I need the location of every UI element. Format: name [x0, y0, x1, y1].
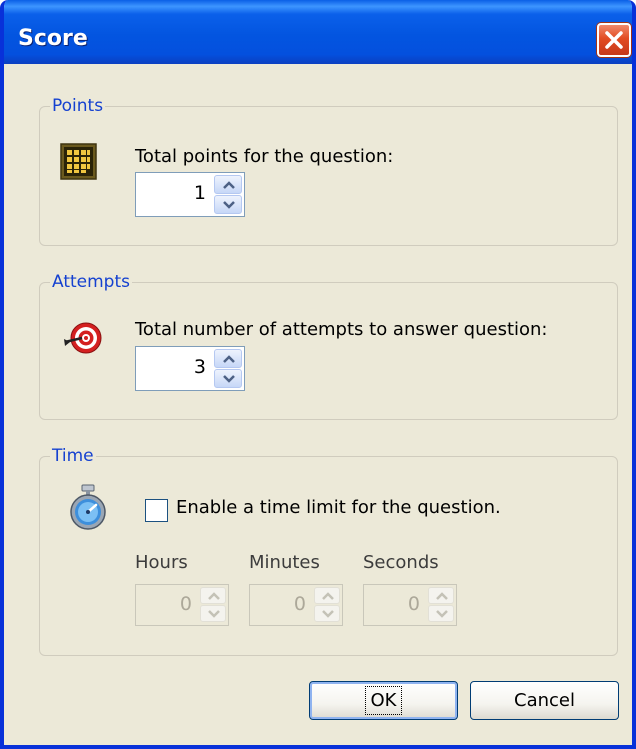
- points-value[interactable]: 1: [194, 182, 206, 204]
- points-legend: Points: [52, 96, 104, 116]
- seconds-spinner[interactable]: 0: [363, 584, 457, 626]
- ok-button[interactable]: OK: [309, 681, 458, 720]
- chevron-down-icon: [223, 201, 235, 209]
- chevron-down-icon: [223, 375, 235, 383]
- attempts-spinner[interactable]: 3: [135, 346, 245, 391]
- minutes-label: Minutes: [249, 552, 320, 573]
- attempts-label: Total number of attempts to answer quest…: [135, 319, 548, 340]
- time-limit-checkbox[interactable]: [145, 499, 168, 522]
- chevron-down-icon: [208, 610, 220, 618]
- attempts-group: Attempts: [39, 272, 618, 420]
- time-limit-label[interactable]: Enable a time limit for the question.: [176, 497, 501, 518]
- ok-button-label: OK: [364, 686, 403, 715]
- seconds-label: Seconds: [363, 552, 439, 573]
- attempts-legend: Attempts: [52, 272, 130, 292]
- chevron-up-icon: [208, 592, 220, 600]
- minutes-decrement-button[interactable]: [314, 605, 340, 622]
- chevron-up-icon: [436, 592, 448, 600]
- minutes-spinner[interactable]: 0: [249, 584, 343, 626]
- hours-decrement-button[interactable]: [200, 605, 226, 622]
- stopwatch-icon: [70, 484, 106, 530]
- hours-spinner[interactable]: 0: [135, 584, 229, 626]
- points-group: Points: [39, 96, 618, 246]
- chevron-down-icon: [322, 610, 334, 618]
- attempts-value[interactable]: 3: [194, 356, 206, 378]
- chevron-up-icon: [223, 181, 235, 189]
- cancel-button-label: Cancel: [514, 690, 575, 711]
- score-dialog: Score Points Total points for the questi…: [0, 0, 636, 749]
- points-label: Total points for the question:: [135, 146, 394, 167]
- attempts-increment-button[interactable]: [214, 349, 242, 368]
- chevron-down-icon: [436, 610, 448, 618]
- attempts-decrement-button[interactable]: [214, 369, 242, 388]
- chevron-up-icon: [322, 592, 334, 600]
- hours-label: Hours: [135, 552, 188, 573]
- seconds-decrement-button[interactable]: [428, 605, 454, 622]
- seconds-value[interactable]: 0: [408, 593, 420, 615]
- points-grid-icon: [60, 143, 97, 180]
- hours-increment-button[interactable]: [200, 587, 226, 604]
- points-decrement-button[interactable]: [214, 195, 242, 214]
- seconds-increment-button[interactable]: [428, 587, 454, 604]
- points-spinner[interactable]: 1: [135, 172, 245, 217]
- minutes-value[interactable]: 0: [294, 593, 306, 615]
- time-legend: Time: [52, 446, 94, 466]
- close-button[interactable]: [597, 23, 631, 57]
- window-title: Score: [18, 26, 88, 51]
- cancel-button[interactable]: Cancel: [470, 681, 619, 720]
- title-bar[interactable]: Score: [4, 0, 632, 64]
- hours-value[interactable]: 0: [180, 593, 192, 615]
- close-icon: [605, 31, 623, 49]
- minutes-increment-button[interactable]: [314, 587, 340, 604]
- target-icon: [64, 322, 102, 354]
- points-increment-button[interactable]: [214, 175, 242, 194]
- chevron-up-icon: [223, 355, 235, 363]
